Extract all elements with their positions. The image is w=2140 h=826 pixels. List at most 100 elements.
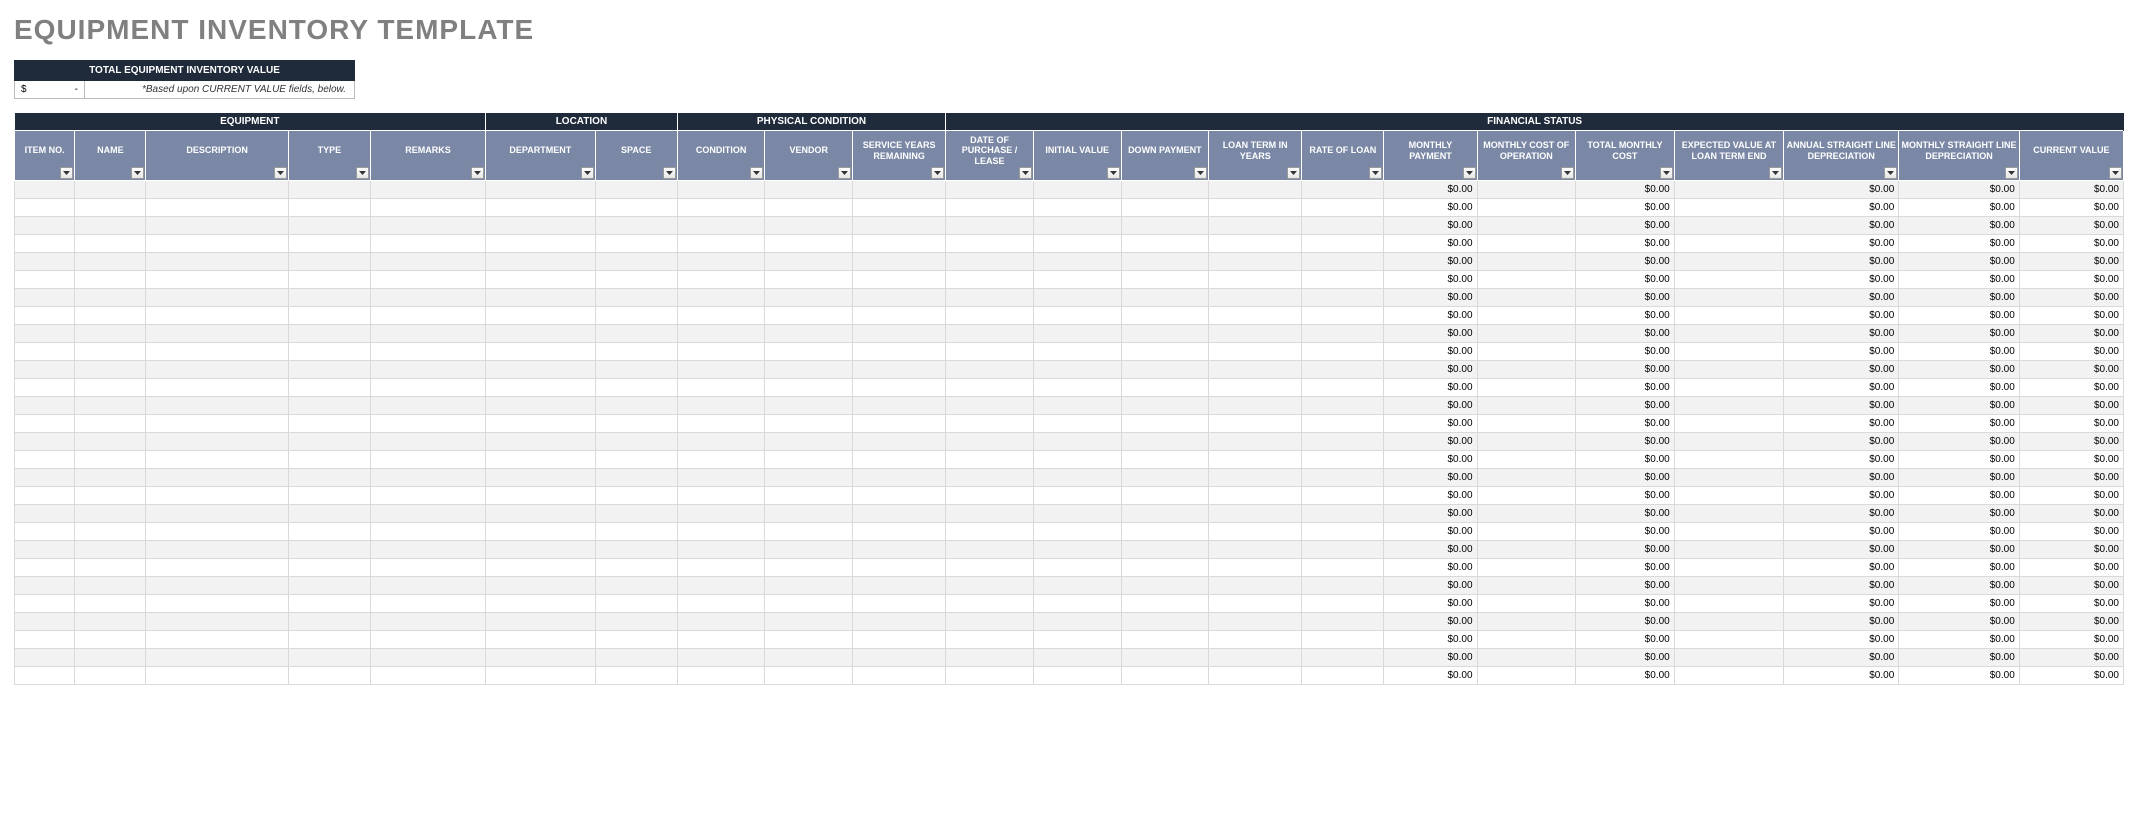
cell[interactable]	[595, 307, 677, 325]
cell[interactable]	[1033, 541, 1121, 559]
cell[interactable]	[853, 469, 946, 487]
cell[interactable]	[1674, 541, 1784, 559]
cell[interactable]: $0.00	[2019, 433, 2123, 451]
cell[interactable]	[75, 325, 146, 343]
cell[interactable]	[371, 451, 486, 469]
cell[interactable]	[1477, 451, 1576, 469]
cell[interactable]	[677, 415, 765, 433]
cell[interactable]: $0.00	[2019, 361, 2123, 379]
cell[interactable]	[677, 235, 765, 253]
cell[interactable]: $0.00	[1576, 469, 1675, 487]
cell[interactable]	[75, 451, 146, 469]
cell[interactable]: $0.00	[1384, 253, 1477, 271]
cell[interactable]	[1302, 631, 1384, 649]
cell[interactable]	[1477, 253, 1576, 271]
cell[interactable]	[1674, 397, 1784, 415]
cell[interactable]: $0.00	[1576, 559, 1675, 577]
filter-dropdown-icon[interactable]	[2109, 167, 2122, 179]
cell[interactable]	[1477, 181, 1576, 199]
column-header[interactable]: DOWN PAYMENT	[1121, 131, 1209, 181]
filter-dropdown-icon[interactable]	[1194, 167, 1207, 179]
cell[interactable]	[853, 199, 946, 217]
cell[interactable]	[853, 235, 946, 253]
cell[interactable]: $0.00	[1384, 577, 1477, 595]
cell[interactable]: $0.00	[1784, 559, 1899, 577]
cell[interactable]	[677, 289, 765, 307]
cell[interactable]	[1302, 289, 1384, 307]
cell[interactable]	[853, 307, 946, 325]
cell[interactable]	[1477, 307, 1576, 325]
cell[interactable]	[146, 397, 288, 415]
cell[interactable]	[1121, 307, 1209, 325]
cell[interactable]	[765, 469, 853, 487]
cell[interactable]	[1477, 523, 1576, 541]
column-header[interactable]: VENDOR	[765, 131, 853, 181]
cell[interactable]	[677, 667, 765, 685]
cell[interactable]	[371, 595, 486, 613]
cell[interactable]	[853, 613, 946, 631]
cell[interactable]	[371, 667, 486, 685]
cell[interactable]: $0.00	[1899, 451, 2020, 469]
cell[interactable]: $0.00	[1899, 325, 2020, 343]
cell[interactable]: $0.00	[1384, 307, 1477, 325]
cell[interactable]: $0.00	[1899, 595, 2020, 613]
cell[interactable]	[288, 487, 370, 505]
cell[interactable]	[595, 235, 677, 253]
cell[interactable]: $0.00	[1384, 181, 1477, 199]
cell[interactable]	[75, 577, 146, 595]
cell[interactable]: $0.00	[2019, 235, 2123, 253]
cell[interactable]	[1121, 487, 1209, 505]
cell[interactable]	[1209, 505, 1302, 523]
cell[interactable]	[1302, 649, 1384, 667]
cell[interactable]: $0.00	[1384, 451, 1477, 469]
cell[interactable]	[1477, 541, 1576, 559]
cell[interactable]	[371, 271, 486, 289]
cell[interactable]: $0.00	[1384, 433, 1477, 451]
cell[interactable]	[765, 523, 853, 541]
filter-dropdown-icon[interactable]	[1287, 167, 1300, 179]
cell[interactable]	[946, 487, 1034, 505]
cell[interactable]	[1674, 379, 1784, 397]
cell[interactable]	[371, 307, 486, 325]
cell[interactable]	[765, 433, 853, 451]
cell[interactable]: $0.00	[1784, 469, 1899, 487]
cell[interactable]	[371, 397, 486, 415]
cell[interactable]	[146, 361, 288, 379]
cell[interactable]	[946, 217, 1034, 235]
cell[interactable]	[946, 343, 1034, 361]
cell[interactable]	[1121, 253, 1209, 271]
cell[interactable]: $0.00	[1899, 361, 2020, 379]
cell[interactable]: $0.00	[1899, 235, 2020, 253]
cell[interactable]	[288, 559, 370, 577]
cell[interactable]	[853, 487, 946, 505]
cell[interactable]	[853, 397, 946, 415]
cell[interactable]	[1121, 397, 1209, 415]
cell[interactable]	[15, 289, 75, 307]
cell[interactable]	[765, 235, 853, 253]
cell[interactable]: $0.00	[1784, 595, 1899, 613]
cell[interactable]	[853, 577, 946, 595]
cell[interactable]	[288, 307, 370, 325]
cell[interactable]	[677, 613, 765, 631]
cell[interactable]	[486, 289, 596, 307]
cell[interactable]	[75, 559, 146, 577]
cell[interactable]	[1209, 613, 1302, 631]
cell[interactable]	[1477, 343, 1576, 361]
cell[interactable]: $0.00	[1899, 649, 2020, 667]
cell[interactable]	[1033, 397, 1121, 415]
cell[interactable]	[15, 631, 75, 649]
cell[interactable]	[146, 559, 288, 577]
cell[interactable]: $0.00	[2019, 199, 2123, 217]
cell[interactable]	[853, 433, 946, 451]
cell[interactable]	[15, 541, 75, 559]
cell[interactable]	[946, 631, 1034, 649]
cell[interactable]	[371, 577, 486, 595]
cell[interactable]: $0.00	[1784, 217, 1899, 235]
cell[interactable]	[1302, 271, 1384, 289]
cell[interactable]	[75, 649, 146, 667]
cell[interactable]: $0.00	[1784, 577, 1899, 595]
cell[interactable]: $0.00	[2019, 595, 2123, 613]
column-header[interactable]: TYPE	[288, 131, 370, 181]
cell[interactable]	[946, 181, 1034, 199]
cell[interactable]	[853, 181, 946, 199]
